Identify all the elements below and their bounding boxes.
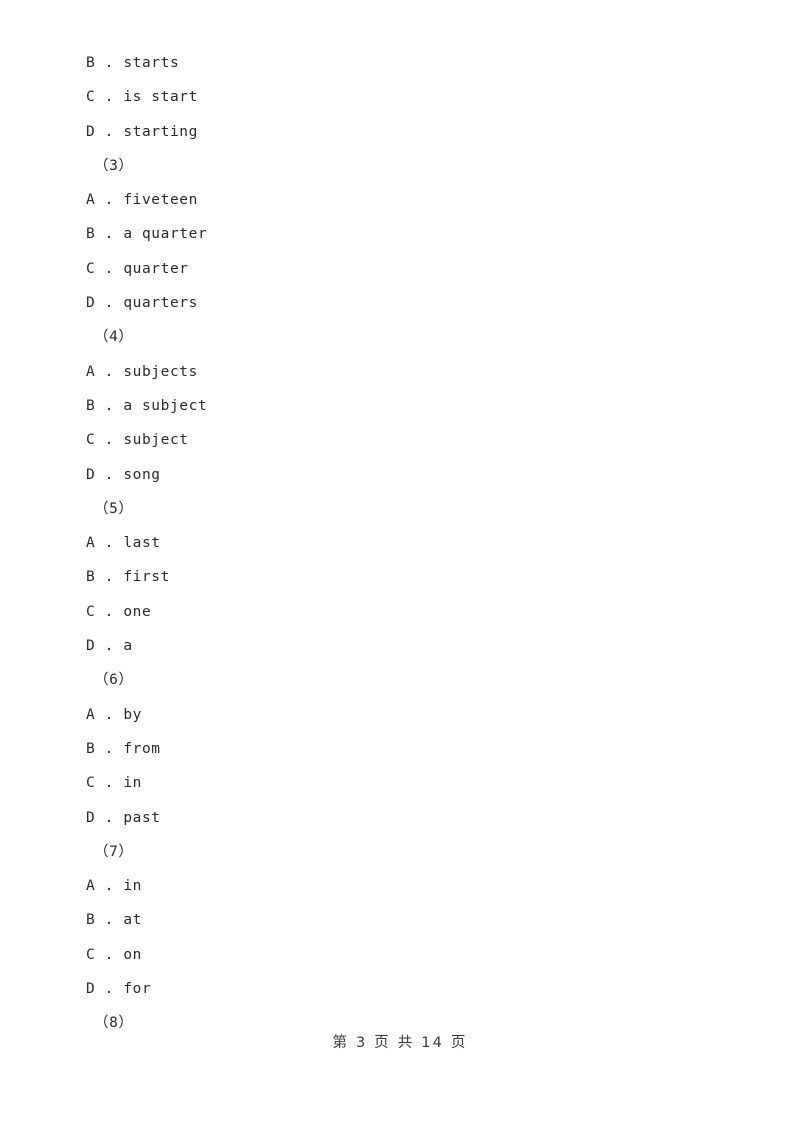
answer-option: C . in [86, 775, 142, 792]
answer-option: C . one [86, 603, 152, 620]
answer-option: D . starting [86, 123, 198, 140]
answer-option: C . is start [86, 89, 198, 106]
answer-option: D . a [86, 638, 133, 655]
answer-option: B . starts [86, 55, 180, 71]
question-options-list: B . starts C . is start D . starting （3） A .… [86, 46, 726, 1041]
answer-option: A . last [86, 535, 161, 552]
answer-option: A . in [86, 878, 142, 895]
page-footer: 第 3 页 共 14 页 [0, 1031, 800, 1052]
answer-option: B . from [86, 740, 161, 757]
answer-option: A . fiveteen [86, 192, 198, 209]
page-number-indicator: 第 3 页 共 14 页 [332, 1035, 468, 1051]
question-number: （3） [94, 157, 134, 174]
answer-option: A . subjects [86, 363, 198, 380]
question-number: （5） [94, 500, 134, 517]
answer-option: D . quarters [86, 295, 198, 312]
answer-option: D . song [86, 466, 161, 483]
answer-option: D . for [86, 981, 152, 998]
question-number: （6） [94, 672, 134, 689]
answer-option: A . by [86, 706, 142, 723]
answer-option: C . subject [86, 432, 189, 449]
answer-option: B . a quarter [86, 226, 208, 243]
answer-option: C . on [86, 946, 142, 963]
document-page: B . starts C . is start D . starting （3） A .… [0, 0, 800, 1132]
answer-option: C . quarter [86, 260, 189, 277]
answer-option: D . past [86, 809, 161, 826]
answer-option: B . first [86, 569, 170, 586]
question-number: （4） [94, 329, 134, 346]
answer-option: B . a subject [86, 397, 208, 414]
answer-option: B . at [86, 912, 142, 929]
question-number: （7） [94, 843, 134, 860]
